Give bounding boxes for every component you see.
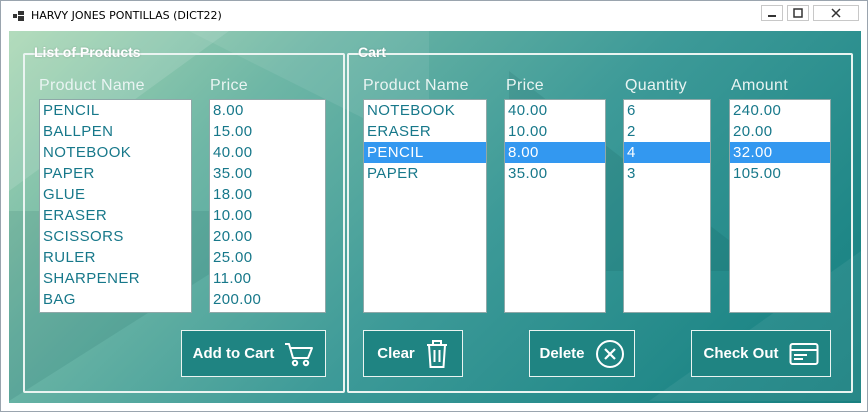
cart-amount-header: Amount	[731, 77, 788, 94]
product-name-item[interactable]: SCISSORS	[40, 226, 191, 247]
cart-quantity-item[interactable]: 6	[624, 100, 710, 121]
credit-card-icon	[789, 342, 818, 365]
cart-price-item[interactable]: 10.00	[505, 121, 605, 142]
add-to-cart-button[interactable]: Add to Cart	[181, 330, 326, 377]
product-name-item[interactable]: RULER	[40, 247, 191, 268]
cart-quantity-header: Quantity	[625, 77, 687, 94]
title-bar[interactable]: HARVY JONES PONTILLAS (DICT22)	[1, 1, 867, 31]
products-group-label: List of Products	[34, 44, 141, 60]
clear-button[interactable]: Clear	[363, 330, 463, 377]
product-name-item[interactable]: NOTEBOOK	[40, 142, 191, 163]
minimize-icon	[768, 15, 776, 17]
cart-name-item[interactable]: PENCIL	[364, 142, 486, 163]
cart-amount-item[interactable]: 240.00	[730, 100, 830, 121]
products-name-list[interactable]: PENCIL BALLPEN NOTEBOOK PAPER GLUE ERASER SCIS…	[39, 99, 192, 313]
client-area: List of Products Product Name Price PENC…	[9, 31, 861, 403]
maximize-button[interactable]	[787, 5, 809, 21]
cart-price-item[interactable]: 8.00	[505, 142, 605, 163]
app-window: HARVY JONES PONTILLAS (DICT22) List of P…	[0, 0, 868, 412]
product-price-item[interactable]: 25.00	[210, 247, 325, 268]
product-price-item[interactable]: 35.00	[210, 163, 325, 184]
trash-icon	[426, 339, 447, 368]
check-out-label: Check Out	[703, 345, 779, 362]
cart-quantity-list[interactable]: 6243	[623, 99, 711, 313]
cart-amount-list[interactable]: 240.00 20.00 32.00 105.00	[729, 99, 831, 313]
product-name-item[interactable]: GLUE	[40, 184, 191, 205]
product-name-item[interactable]: BALLPEN	[40, 121, 191, 142]
cart-name-item[interactable]: ERASER	[364, 121, 486, 142]
cart-amount-item[interactable]: 32.00	[730, 142, 830, 163]
app-icon	[13, 11, 24, 21]
products-price-list[interactable]: 8.00 15.00 40.00 35.00 18.00 10.00 20.00 25.00 1…	[209, 99, 326, 313]
product-name-item[interactable]: PAPER	[40, 163, 191, 184]
window-title: HARVY JONES PONTILLAS (DICT22)	[31, 9, 222, 22]
cart-quantity-item[interactable]: 3	[624, 163, 710, 184]
cart-price-header: Price	[506, 77, 544, 94]
product-price-item[interactable]: 40.00	[210, 142, 325, 163]
shopping-cart-icon	[285, 342, 314, 366]
cart-price-item[interactable]: 35.00	[505, 163, 605, 184]
product-name-item[interactable]: SHARPENER	[40, 268, 191, 289]
cart-name-item[interactable]: NOTEBOOK	[364, 100, 486, 121]
cart-amount-item[interactable]: 105.00	[730, 163, 830, 184]
product-name-item[interactable]: PENCIL	[40, 100, 191, 121]
product-price-item[interactable]: 18.00	[210, 184, 325, 205]
cart-name-header: Product Name	[363, 77, 469, 94]
product-price-item[interactable]: 15.00	[210, 121, 325, 142]
products-name-header: Product Name	[39, 77, 145, 94]
cart-quantity-item[interactable]: 2	[624, 121, 710, 142]
cart-price-item[interactable]: 40.00	[505, 100, 605, 121]
add-to-cart-label: Add to Cart	[192, 345, 275, 362]
cart-amount-item[interactable]: 20.00	[730, 121, 830, 142]
close-button[interactable]	[813, 5, 859, 21]
check-out-button[interactable]: Check Out	[691, 330, 831, 377]
restore-icon	[793, 8, 803, 18]
minimize-button[interactable]	[761, 5, 783, 21]
product-price-item[interactable]: 10.00	[210, 205, 325, 226]
cart-name-list[interactable]: NOTEBOOK ERASER PENCIL PAPER	[363, 99, 487, 313]
product-name-item[interactable]: BAG	[40, 289, 191, 310]
cart-quantity-item[interactable]: 4	[624, 142, 710, 163]
product-name-item[interactable]: ERASER	[40, 205, 191, 226]
cart-name-item[interactable]: PAPER	[364, 163, 486, 184]
product-price-item[interactable]: 11.00	[210, 268, 325, 289]
circle-x-icon	[595, 339, 624, 368]
delete-button[interactable]: Delete	[529, 330, 635, 377]
cart-group-label: Cart	[358, 44, 387, 60]
cart-price-list[interactable]: 40.00 10.00 8.00 35.00	[504, 99, 606, 313]
close-icon	[831, 8, 841, 18]
product-price-item[interactable]: 20.00	[210, 226, 325, 247]
product-price-item[interactable]: 8.00	[210, 100, 325, 121]
delete-label: Delete	[539, 345, 585, 362]
products-price-header: Price	[210, 77, 248, 94]
clear-label: Clear	[377, 345, 415, 362]
product-price-item[interactable]: 200.00	[210, 289, 325, 310]
